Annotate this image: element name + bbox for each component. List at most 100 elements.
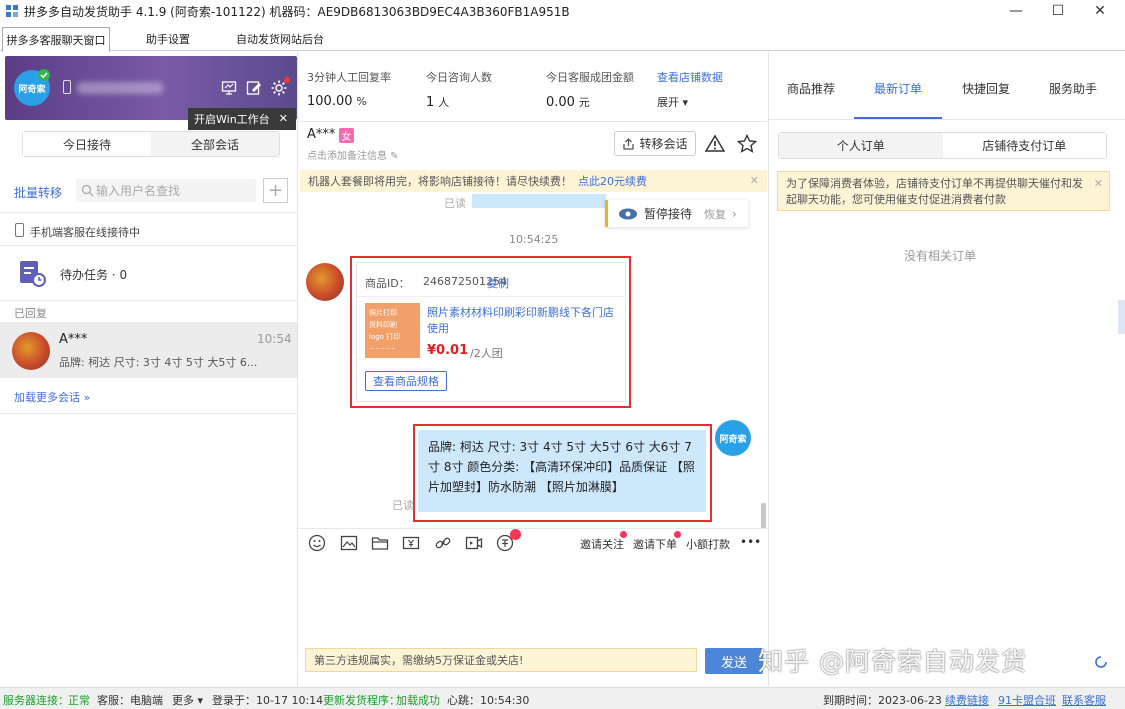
folder-icon[interactable] xyxy=(371,534,389,552)
conversation-preview: 品牌: 柯达 尺寸: 3寸 4寸 5寸 大5寸 6... xyxy=(59,356,258,369)
login-time: 登录于：10-17 10:14 xyxy=(212,694,324,707)
stat-unit: % xyxy=(356,95,367,108)
expire-date: 到期时间：2023-06-23 xyxy=(823,694,942,707)
transfer-session-button[interactable]: 转移会话 xyxy=(614,131,696,156)
edge-scroll-handle[interactable] xyxy=(1118,300,1125,334)
divider xyxy=(0,245,297,246)
stat-group-amount: 今日客服成团金额 0.00 元 xyxy=(546,69,634,110)
gender-badge: 女 xyxy=(339,128,354,143)
chat-scrollbar[interactable] xyxy=(761,503,766,529)
stat-label: 3分钟人工回复率 xyxy=(307,71,391,84)
video-icon[interactable] xyxy=(465,534,483,552)
pause-label: 暂停接待 xyxy=(644,207,693,221)
order-type-filter: 个人订单 店铺待支付订单 xyxy=(778,132,1107,159)
product-title-link[interactable]: 照片素材材料印刷彩印新鹏线下各门店使用 xyxy=(427,305,617,337)
close-button[interactable]: ✕ xyxy=(1077,0,1123,22)
chevron-right-icon: › xyxy=(732,206,737,221)
pending-notice-close-icon[interactable]: ✕ xyxy=(1094,176,1103,192)
todo-tasks-icon[interactable] xyxy=(18,259,46,287)
edit-icon[interactable] xyxy=(246,80,262,96)
tooltip-close-icon[interactable]: ✕ xyxy=(279,112,288,125)
refresh-icon xyxy=(1095,656,1107,668)
tab-auto-ship-backend[interactable]: 自动发货网站后台 xyxy=(226,27,334,51)
window-title: 拼多多自动发货助手 4.1.9 (阿奇索-101122) 机器码：AE9DB68… xyxy=(24,5,570,19)
tab-quick-reply[interactable]: 快捷回复 xyxy=(962,80,1010,97)
tab-latest-orders[interactable]: 最新订单 xyxy=(874,80,922,97)
small-payment-button[interactable]: 小额打款 xyxy=(686,536,730,552)
tab-product-recommend[interactable]: 商品推荐 xyxy=(787,80,835,97)
customer-avatar xyxy=(12,332,50,370)
tab-service-assistant[interactable]: 服务助手 xyxy=(1049,80,1097,97)
stat-value: 1 xyxy=(426,95,435,110)
stat-unit: 人 xyxy=(438,96,450,109)
status-more-menu[interactable]: 更多 ▾ xyxy=(172,692,203,708)
more-tools-button[interactable]: ••• xyxy=(740,535,761,549)
product-thumbnail[interactable]: 照片打印 货料印刷 logo 打印 ············ xyxy=(365,303,420,358)
batch-transfer-link[interactable]: 批量转移 xyxy=(14,184,62,201)
view-shop-data-link[interactable]: 查看店铺数据 xyxy=(657,69,723,85)
renew-link[interactable]: 续费链接 xyxy=(945,692,989,708)
divider xyxy=(0,212,297,213)
maximize-button[interactable]: ☐ xyxy=(1035,0,1081,22)
expand-stats-toggle[interactable]: 展开 ▾ xyxy=(657,94,688,110)
minimize-button[interactable]: — xyxy=(993,0,1039,22)
seg-pending-orders[interactable]: 店铺待支付订单 xyxy=(942,133,1106,158)
product-card: 商品ID： 246872501254 复制 照片打印 货料印刷 logo 打印 … xyxy=(356,262,626,402)
tab-assistant-settings[interactable]: 助手设置 xyxy=(118,27,218,51)
user-search-input[interactable]: 输入用户名查找 xyxy=(76,179,256,202)
notice-text: 机器人套餐即将用完，将影响店铺接待！请尽快续费！ xyxy=(308,175,572,188)
image-icon[interactable] xyxy=(340,534,358,552)
copy-product-id-link[interactable]: 复制 xyxy=(487,275,509,291)
robot-expiry-notice: 机器人套餐即将用完，将影响店铺接待！请尽快续费！ 点此20元续费 ✕ xyxy=(300,170,767,192)
badge-dot xyxy=(620,531,627,538)
contact-support-link[interactable]: 联系客服 xyxy=(1062,692,1106,708)
agent-message-bubble: 品牌: 柯达 尺寸: 3寸 4寸 5寸 大5寸 6寸 大6寸 7寸 8寸 颜色分… xyxy=(418,430,706,512)
seg-today-reception[interactable]: 今日接待 xyxy=(23,132,151,156)
add-session-button[interactable]: + xyxy=(263,178,288,203)
message-input[interactable] xyxy=(300,556,766,642)
pending-notice-text: 为了保障消费者体验，店铺待支付订单不再提供聊天催付和发起聊天功能，您可使用催支付… xyxy=(786,177,1083,206)
seg-personal-orders[interactable]: 个人订单 xyxy=(779,133,943,158)
stat-value: 100.00 xyxy=(307,94,353,109)
chat-customer-name: A*** xyxy=(307,127,336,142)
read-receipt-2: 已读 xyxy=(392,499,414,512)
seg-all-sessions[interactable]: 全部会话 xyxy=(151,132,279,156)
coupon-icon[interactable] xyxy=(402,534,420,552)
search-icon xyxy=(81,184,94,197)
link-icon[interactable] xyxy=(434,534,452,552)
divider xyxy=(357,296,625,297)
view-specs-button[interactable]: 查看商品规格 xyxy=(365,371,447,391)
violation-warning: 第三方违规属实，需缴纳5万保证金或关店! xyxy=(305,648,697,672)
stat-value: 0.00 xyxy=(546,95,575,110)
workbench-icon[interactable] xyxy=(221,80,237,96)
star-icon[interactable] xyxy=(737,134,757,153)
heartbeat-time: 心跳：10:54:30 xyxy=(447,694,530,707)
thumb-line: ············ xyxy=(369,345,396,353)
pause-reception-bar[interactable]: 暂停接待 恢复 › xyxy=(605,200,748,227)
status-bar: 服务器连接： 正常 客服：电脑端 更多 ▾ 登录于：10-17 10:14 更新… xyxy=(0,687,1125,709)
send-button[interactable]: 发送 xyxy=(705,648,763,674)
blurred-account-name xyxy=(77,82,163,94)
invite-follow-button[interactable]: 邀请关注 xyxy=(580,536,624,552)
add-remark-link[interactable]: 点击添加备注信息 ✎ xyxy=(307,147,399,162)
emoji-icon[interactable] xyxy=(308,534,326,552)
remark-text: 点击添加备注信息 xyxy=(307,151,387,162)
todo-tasks-label[interactable]: 待办任务 · 0 xyxy=(60,266,127,283)
stat-label: 今日客服成团金额 xyxy=(546,71,634,84)
resume-link[interactable]: 恢复 xyxy=(704,206,726,222)
share-icon xyxy=(623,138,635,150)
conversation-name: A*** xyxy=(59,332,88,347)
invite-order-button[interactable]: 邀请下单 xyxy=(633,536,677,552)
load-more-sessions-link[interactable]: 加载更多会话 » xyxy=(14,389,90,405)
agent-avatar: 阿奇索 xyxy=(715,420,751,456)
notice-close-icon[interactable]: ✕ xyxy=(750,174,759,187)
renew-20-link[interactable]: 点此20元续费 xyxy=(578,173,647,189)
tab-chat-window[interactable]: 拼多多客服聊天窗口 xyxy=(2,27,110,52)
badge-dot xyxy=(510,529,521,540)
card-alliance-link[interactable]: 91卡盟合班 xyxy=(998,692,1056,708)
conversation-item[interactable]: A*** 10:54 品牌: 柯达 尺寸: 3寸 4寸 5寸 大5寸 6... xyxy=(0,322,297,378)
search-placeholder: 输入用户名查找 xyxy=(96,184,181,198)
warning-icon[interactable] xyxy=(705,134,725,153)
server-connection-state: 正常 xyxy=(68,694,90,707)
group-size-label: /2人团 xyxy=(470,347,503,360)
